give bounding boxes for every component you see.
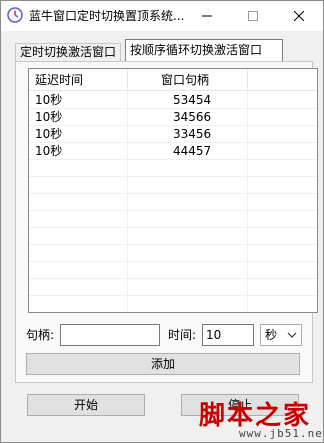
cell-handle: 34566	[173, 110, 212, 124]
grid-row-line	[29, 295, 317, 296]
grid-row-line	[29, 210, 317, 211]
grid-row-line	[29, 193, 317, 194]
handle-list[interactable]: 延迟时间 窗口句柄 10秒 53454 10秒 34566 10秒 33456 …	[28, 68, 318, 313]
list-row[interactable]: 10秒 33456	[29, 126, 317, 143]
grid-row-line	[29, 176, 317, 177]
handle-label: 句柄:	[26, 328, 55, 342]
grid-row-line	[29, 278, 317, 279]
minimize-button[interactable]	[184, 1, 230, 31]
minimize-icon	[202, 15, 212, 17]
close-button[interactable]	[276, 1, 322, 31]
time-unit-value: 秒	[265, 328, 278, 342]
cell-delay: 10秒	[35, 93, 63, 107]
chevron-down-icon	[287, 332, 297, 338]
cell-handle: 53454	[173, 93, 212, 107]
column-divider[interactable]	[127, 69, 128, 91]
column-header-handle[interactable]: 窗口句柄	[161, 69, 209, 91]
cell-delay: 10秒	[35, 127, 63, 141]
list-row[interactable]: 10秒 53454	[29, 92, 317, 109]
column-header-delay[interactable]: 延迟时间	[35, 69, 83, 91]
time-input[interactable]	[202, 324, 254, 346]
column-divider[interactable]	[247, 69, 248, 91]
list-header: 延迟时间 窗口句柄	[29, 69, 317, 91]
cell-delay: 10秒	[35, 110, 63, 124]
tab-timed-switch[interactable]: 定时切换激活窗口	[15, 43, 121, 61]
tab-panel: 延迟时间 窗口句柄 10秒 53454 10秒 34566 10秒 33456 …	[15, 61, 318, 383]
add-button[interactable]: 添加	[26, 353, 300, 375]
window-title: 蓝牛窗口定时切换置顶系统...	[29, 9, 185, 23]
cell-handle: 33456	[173, 127, 212, 141]
title-bar[interactable]: 蓝牛窗口定时切换置顶系统...	[1, 1, 323, 31]
tab-sequential-switch[interactable]: 按顺序循环切换激活窗口	[125, 39, 283, 61]
start-button[interactable]: 开始	[27, 394, 145, 416]
grid-row-line	[29, 227, 317, 228]
time-label: 时间:	[168, 328, 197, 342]
list-row[interactable]: 10秒 34566	[29, 109, 317, 126]
site-watermark: 脚本之家 www.jb51.net	[199, 395, 324, 441]
main-window: 蓝牛窗口定时切换置顶系统... 定时切换激活窗口 按顺序循环切换激活窗口 延迟时…	[0, 0, 324, 443]
close-icon	[294, 11, 304, 21]
list-row[interactable]: 10秒 44457	[29, 143, 317, 160]
maximize-icon	[248, 11, 258, 21]
handle-input[interactable]	[60, 324, 160, 346]
grid-row-line	[29, 244, 317, 245]
cell-delay: 10秒	[35, 144, 63, 158]
app-clock-icon	[7, 7, 23, 23]
time-unit-select[interactable]: 秒	[260, 324, 302, 346]
cell-handle: 44457	[173, 144, 212, 158]
maximize-button[interactable]	[230, 1, 276, 31]
grid-row-line	[29, 261, 317, 262]
watermark-url: www.jb51.net	[239, 427, 324, 440]
